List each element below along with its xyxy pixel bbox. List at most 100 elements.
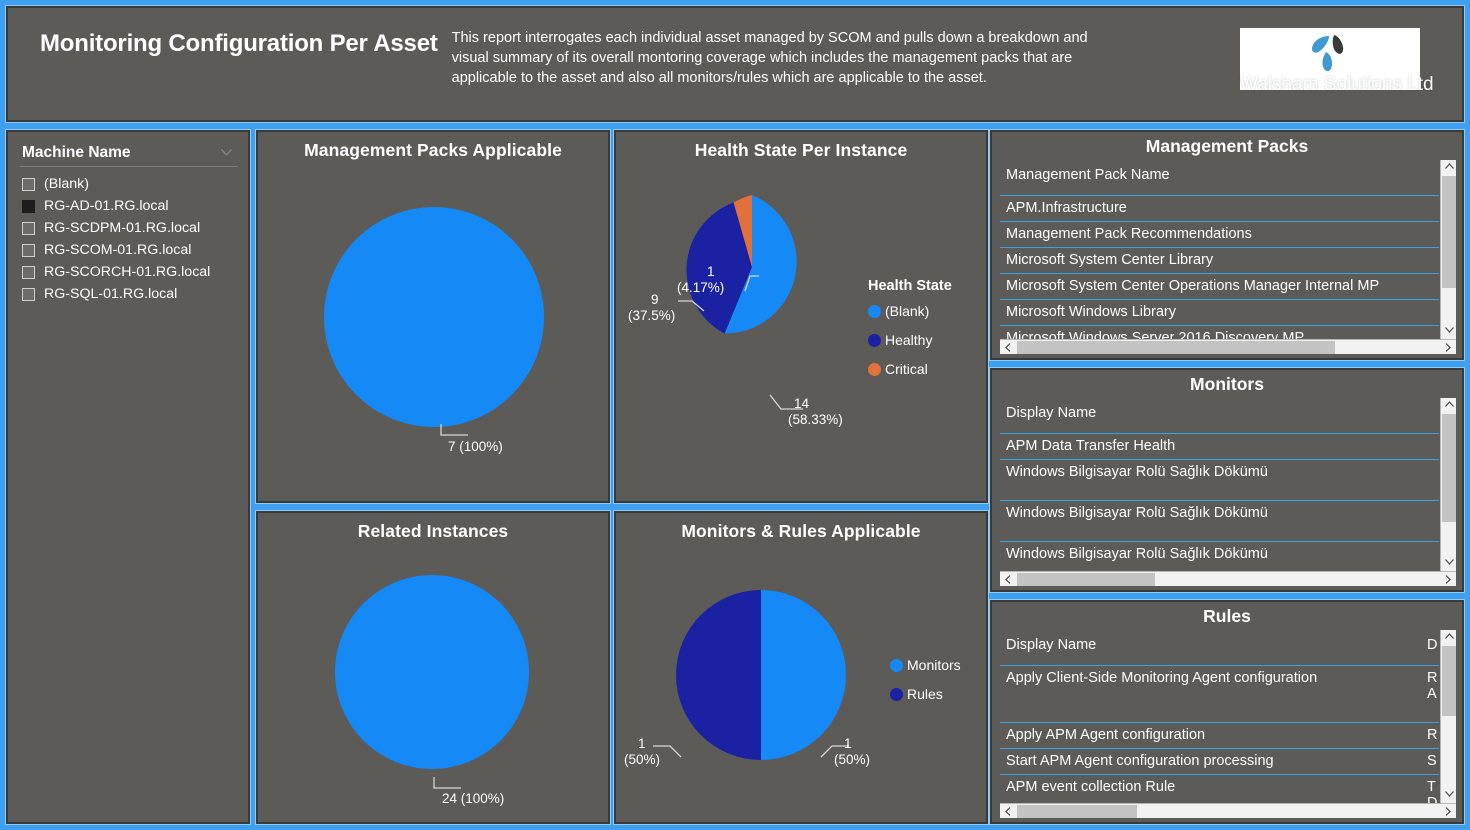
slicer-item[interactable]: RG-SCOM-01.RG.local [22,239,248,261]
chart-title: Related Instances [357,521,509,541]
chart-management-packs-applicable: Management Packs Applicable 7 (100%) [255,129,611,504]
legend-item-healthy[interactable]: Healthy [868,332,952,348]
vertical-scrollbar[interactable] [1440,630,1456,803]
report-header: Monitoring Configuration Per Asset This … [5,5,1465,123]
slicer-checkbox[interactable] [22,221,35,235]
slicer-checkbox[interactable] [22,243,35,257]
pie-label-blank-value: 14 [794,396,810,411]
scroll-thumb[interactable] [1017,341,1335,354]
pie-label-healthy-pct: (37.5%) [628,308,676,323]
leader-line [440,424,468,436]
horizontal-scrollbar[interactable] [1000,339,1456,354]
table-row[interactable]: Start APM Agent configuration processing… [1000,749,1439,775]
legend-swatch-healthy [868,333,881,347]
table-row[interactable]: Microsoft System Center Library [1000,248,1439,274]
slicer-item-label: RG-SQL-01.RG.local [44,286,178,302]
slicer-checkbox[interactable] [22,265,35,279]
table-row[interactable]: Microsoft System Center Operations Manag… [1000,274,1439,300]
scroll-thumb[interactable] [1442,176,1456,288]
scroll-right-arrow[interactable] [1440,804,1456,818]
slicer-item-label: (Blank) [44,176,89,192]
chevron-down-icon[interactable] [221,149,232,156]
pie-monitors-rules[interactable] [676,590,846,760]
rule-second-column-clipped: T D [1427,779,1437,803]
table-title: Rules [1203,606,1251,626]
legend-item-rules[interactable]: Rules [890,686,961,702]
slicer-item-label: RG-SCDPM-01.RG.local [44,220,201,236]
slicer-header[interactable]: Machine Name [20,142,238,167]
scroll-left-arrow[interactable] [1000,340,1016,354]
rule-second-column-clipped: R [1427,727,1437,743]
table-column-header: Display Name [1006,637,1097,653]
slicer-item-label: RG-SCORCH-01.RG.local [44,264,211,280]
report-description: This report interrogates each individual… [451,30,1088,86]
table-row[interactable]: Apply APM Agent configuration R [1000,723,1439,749]
table-row[interactable]: APM event collection Rule T D [1000,775,1439,803]
slicer-checkbox[interactable] [22,199,35,213]
table-row[interactable]: Microsoft Windows Library [1000,300,1439,326]
pie-full-circle[interactable] [335,575,529,769]
legend-item-monitors[interactable]: Monitors [890,657,961,673]
table-row[interactable]: Windows Bilgisayar Rolü Sağlık Dökümü [1000,501,1439,542]
table-row[interactable]: Windows Bilgisayar Rolü Sağlık Dökümü [1000,460,1439,501]
chart-monitors-and-rules-applicable: Monitors & Rules Applicable 1 (50%) 1 (5… [613,510,989,825]
chart-title: Monitors & Rules Applicable [681,521,921,541]
legend-label-monitors: Monitors [907,657,961,673]
slicer-checkbox[interactable] [22,287,35,301]
scroll-up-arrow[interactable] [1441,398,1456,413]
table-row[interactable]: Apply Client-Side Monitoring Agent confi… [1000,666,1439,723]
legend-title: Health State [868,278,952,294]
horizontal-scrollbar[interactable] [1000,571,1456,586]
slicer-item[interactable]: RG-SCDPM-01.RG.local [22,217,248,239]
slicer-item-label: RG-AD-01.RG.local [44,198,169,214]
scroll-right-arrow[interactable] [1440,572,1456,586]
slicer-checkbox[interactable] [22,177,35,191]
scroll-up-arrow[interactable] [1441,160,1456,175]
scroll-thumb[interactable] [1442,646,1456,716]
table-row[interactable]: Management Pack Recommendations [1000,222,1439,248]
scroll-thumb[interactable] [1017,805,1137,818]
scroll-left-arrow[interactable] [1000,804,1016,818]
leader-line-critical [744,275,759,292]
vertical-scrollbar[interactable] [1440,160,1456,339]
scroll-down-arrow[interactable] [1441,788,1456,803]
chart-title: Management Packs Applicable [304,140,562,160]
scroll-thumb[interactable] [1442,414,1456,522]
pie-health-state[interactable] [677,192,827,342]
scroll-up-arrow[interactable] [1441,630,1456,645]
rule-display-name: Apply Client-Side Monitoring Agent confi… [1006,670,1318,686]
scroll-down-arrow[interactable] [1441,556,1456,571]
pie-full-circle[interactable] [324,207,544,427]
table-row[interactable]: Microsoft Windows Server 2016 Discovery … [1000,326,1439,339]
pie-label-total: 7 (100%) [448,439,503,454]
legend-label-critical: Critical [885,361,928,377]
vertical-scrollbar[interactable] [1440,398,1456,571]
legend-swatch-rules [890,687,903,701]
table-row[interactable]: Windows Bilgisayar Rolü Sağlık Dökümü [1000,542,1439,571]
pie-slice-monitors [761,590,846,760]
rule-second-column-clipped: S [1427,753,1437,769]
chart-legend: Monitors Rules [890,657,961,715]
slicer-item[interactable]: RG-SQL-01.RG.local [22,283,248,305]
table-row[interactable]: APM.Infrastructure [1000,196,1439,222]
legend-item-blank[interactable]: (Blank) [868,303,952,319]
legend-item-critical[interactable]: Critical [868,361,952,377]
pie-label-healthy-value: 9 [651,292,659,307]
pie-label-monitors-value: 1 [844,736,852,751]
scroll-right-arrow[interactable] [1440,340,1456,354]
slicer-item[interactable]: (Blank) [22,173,248,195]
rule-display-name: Apply APM Agent configuration [1006,727,1206,743]
legend-label-blank: (Blank) [885,303,930,319]
page-title: Monitoring Configuration Per Asset [40,30,438,57]
legend-swatch-monitors [890,658,903,672]
leader-line [433,777,461,789]
scroll-down-arrow[interactable] [1441,324,1456,339]
table-row[interactable]: APM Data Transfer Health [1000,434,1439,460]
table-column-header: Display Name [1000,398,1439,434]
slicer-item[interactable]: RG-SCORCH-01.RG.local [22,261,248,283]
horizontal-scrollbar[interactable] [1000,803,1456,818]
slicer-item[interactable]: RG-AD-01.RG.local [22,195,248,217]
table-title: Management Packs [1145,136,1309,156]
scroll-thumb[interactable] [1017,573,1155,586]
scroll-left-arrow[interactable] [1000,572,1016,586]
